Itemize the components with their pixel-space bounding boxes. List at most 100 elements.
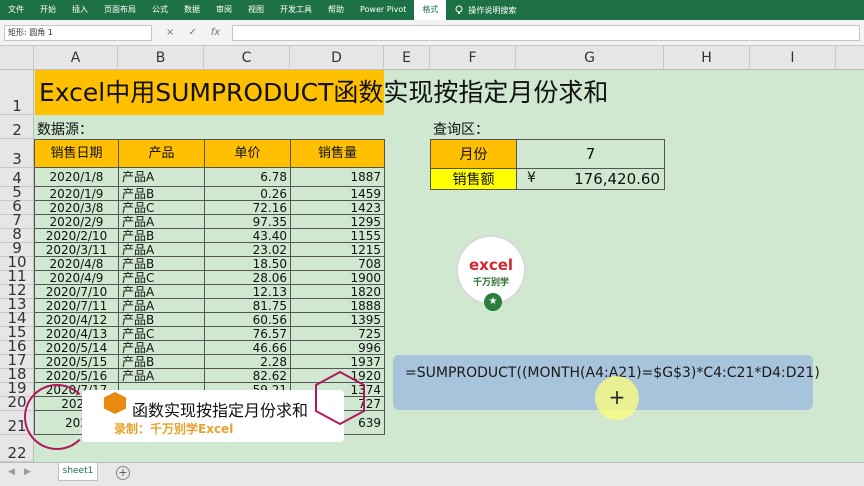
tab-home[interactable]: 开始 [32,0,64,20]
tab-data[interactable]: 数据 [176,0,208,20]
tab-developer[interactable]: 开发工具 [272,0,320,20]
formula-input[interactable] [232,25,860,41]
name-box[interactable]: 矩形: 圆角 1 [4,25,152,41]
cell-date[interactable]: 2020/5/14 [34,340,119,355]
cell-quantity[interactable]: 1295 [290,214,385,229]
row-header[interactable]: 3 [0,139,34,168]
cell-product[interactable]: 产品A [118,284,205,299]
header-price[interactable]: 单价 [204,139,291,168]
month-value-cell[interactable]: 7 [516,139,665,169]
cell-price[interactable]: 72.16 [204,200,291,215]
cell-date[interactable]: 2020/7/11 [34,298,119,313]
cell-date[interactable]: 2020/2/9 [34,214,119,229]
cell-quantity[interactable]: 996 [290,340,385,355]
column-header-i[interactable]: I [750,46,836,70]
query-label[interactable]: 查询区： [433,119,489,139]
cell-price[interactable]: 12.13 [204,284,291,299]
cell-price[interactable]: 60.56 [204,312,291,327]
cell-price[interactable]: 46.66 [204,340,291,355]
cell-date[interactable]: 2020/4/12 [34,312,119,327]
cell-date[interactable]: 2020/1/9 [34,186,119,201]
cell-quantity[interactable]: 1155 [290,228,385,243]
column-header-a[interactable]: A [34,46,118,70]
cell-product[interactable]: 产品C [118,326,205,341]
select-all-corner[interactable] [0,46,34,70]
cell-price[interactable]: 76.57 [204,326,291,341]
cell-product[interactable]: 产品A [118,298,205,313]
cell-product[interactable]: 产品C [118,270,205,285]
cell-quantity[interactable]: 725 [290,326,385,341]
cell-product[interactable]: 产品B [118,228,205,243]
cell-product[interactable]: 产品B [118,256,205,271]
tab-view[interactable]: 视图 [240,0,272,20]
cell-price[interactable]: 6.78 [204,167,291,187]
tab-file[interactable]: 文件 [0,0,32,20]
cell-date[interactable]: 2020/5/15 [34,354,119,369]
cell-price[interactable]: 97.35 [204,214,291,229]
cell-price[interactable]: 43.40 [204,228,291,243]
cell-quantity[interactable]: 1215 [290,242,385,257]
header-product[interactable]: 产品 [118,139,205,168]
cell-date[interactable]: 2020/2/10 [34,228,119,243]
column-header-c[interactable]: C [204,46,290,70]
add-sheet-button[interactable]: + [116,466,130,480]
cell-quantity[interactable]: 1423 [290,200,385,215]
month-label-cell[interactable]: 月份 [430,139,517,169]
cell-date[interactable]: 2020/7/10 [34,284,119,299]
cell-product[interactable]: 产品B [118,354,205,369]
cell-quantity[interactable]: 1395 [290,312,385,327]
tab-help[interactable]: 帮助 [320,0,352,20]
enter-icon[interactable]: ✓ [188,25,196,41]
cell-date[interactable]: 2020/3/11 [34,242,119,257]
cell-price[interactable]: 2.28 [204,354,291,369]
cell-price[interactable]: 23.02 [204,242,291,257]
cell-date[interactable]: 2020/4/8 [34,256,119,271]
cell-quantity[interactable]: 1820 [290,284,385,299]
tab-insert[interactable]: 插入 [64,0,96,20]
cell-price[interactable]: 0.26 [204,186,291,201]
column-header-h[interactable]: H [664,46,750,70]
cell-quantity[interactable]: 708 [290,256,385,271]
column-header-d[interactable]: D [290,46,384,70]
tab-page-layout[interactable]: 页面布局 [96,0,144,20]
column-header-f[interactable]: F [430,46,516,70]
cell-quantity[interactable]: 1887 [290,167,385,187]
column-header-g[interactable]: G [516,46,664,70]
column-header-e[interactable]: E [384,46,430,70]
source-label[interactable]: 数据源： [37,119,93,139]
cell-quantity[interactable]: 1900 [290,270,385,285]
cell-price[interactable]: 28.06 [204,270,291,285]
cell-product[interactable]: 产品C [118,200,205,215]
prev-sheet-icon[interactable]: ◀ [8,467,15,477]
next-sheet-icon[interactable]: ▶ [24,467,31,477]
cell-product[interactable]: 产品A [118,214,205,229]
column-header-b[interactable]: B [118,46,204,70]
row-header[interactable]: 2 [0,115,34,139]
cell-product[interactable]: 产品A [118,340,205,355]
cell-quantity[interactable]: 1888 [290,298,385,313]
tab-format[interactable]: 格式 [414,0,447,20]
header-date[interactable]: 销售日期 [34,139,119,168]
cell-price[interactable]: 18.50 [204,256,291,271]
sales-value-cell[interactable]: ¥ 176,420.60 [516,168,665,190]
tab-formulas[interactable]: 公式 [144,0,176,20]
sheet-title[interactable]: Excel中用SUMPRODUCT函数实现按指定月份求和 [35,70,608,115]
sheet-tab-sheet1[interactable]: sheet1 [58,463,98,481]
row-header[interactable]: 1 [0,70,34,115]
cell-date[interactable]: 2020/4/9 [34,270,119,285]
sales-label-cell[interactable]: 销售额 [430,168,517,190]
cancel-icon[interactable]: × [166,25,174,41]
tab-review[interactable]: 审阅 [208,0,240,20]
tell-me-search[interactable]: 操作说明搜索 [446,5,516,16]
cell-date[interactable]: 2020/1/8 [34,167,119,187]
header-quantity[interactable]: 销售量 [290,139,385,168]
cell-quantity[interactable]: 1937 [290,354,385,369]
cell-price[interactable]: 81.75 [204,298,291,313]
cell-date[interactable]: 2020/3/8 [34,200,119,215]
cell-quantity[interactable]: 1459 [290,186,385,201]
cell-date[interactable]: 2020/4/13 [34,326,119,341]
cell-product[interactable]: 产品A [118,242,205,257]
cell-product[interactable]: 产品B [118,312,205,327]
cell-product[interactable]: 产品B [118,186,205,201]
fx-icon[interactable]: fx [211,25,220,41]
